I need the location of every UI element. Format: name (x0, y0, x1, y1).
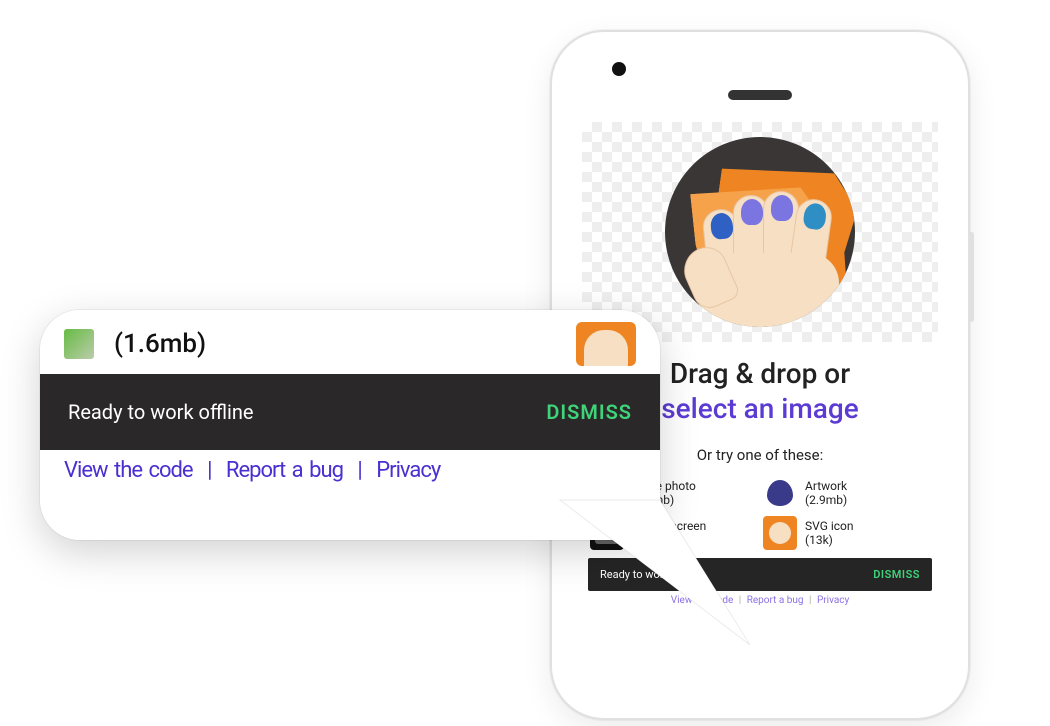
sample-label: Artwork (805, 479, 847, 493)
phone-speaker (728, 90, 792, 100)
sample-artwork[interactable]: Artwork (2.9mb) (763, 476, 930, 510)
zoom-footer-view-code[interactable]: View the code (64, 458, 193, 483)
sample-size: (13k) (805, 533, 854, 547)
zoom-peek-footer: View the code | Report a bug | Privacy (40, 450, 660, 491)
dismiss-button[interactable]: DISMISS (873, 568, 920, 581)
crush-image-icon (665, 137, 855, 327)
sample-size: (2.9mb) (805, 493, 847, 507)
zoom-peek-top: (1.6mb) (40, 310, 660, 374)
zoom-footer-sep: | (357, 458, 361, 483)
zoom-offline-snackbar: Ready to work offline DISMISS (40, 374, 660, 450)
hero-dropzone[interactable] (582, 122, 938, 342)
zoom-footer-privacy[interactable]: Privacy (376, 458, 440, 483)
zoom-footer-report-bug[interactable]: Report a bug (226, 458, 343, 483)
zoom-footer-sep: | (207, 458, 211, 483)
zoom-mini-illustration-icon (576, 322, 636, 366)
phone-camera (612, 62, 626, 76)
sample-svg-icon[interactable]: SVG icon (13k) (763, 516, 930, 550)
zoom-dismiss-button[interactable]: DISMISS (546, 400, 632, 424)
zoom-thumb-icon (64, 329, 94, 359)
zoom-peek-size: (1.6mb) (114, 329, 206, 359)
sample-label: SVG icon (805, 519, 854, 533)
footer-sep: | (809, 595, 811, 606)
zoom-snackbar-message: Ready to work offline (68, 400, 254, 424)
footer-privacy-link[interactable]: Privacy (817, 595, 849, 606)
